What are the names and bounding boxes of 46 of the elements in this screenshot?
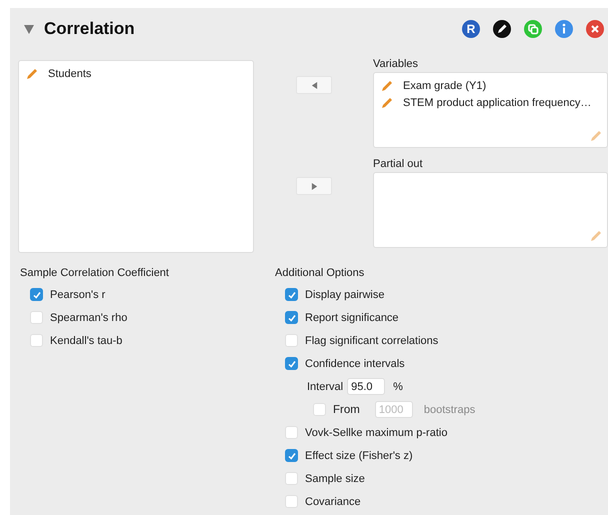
option-label: Confidence intervals bbox=[305, 358, 405, 370]
option-label: Report significance bbox=[305, 312, 399, 324]
r-syntax-button[interactable]: R bbox=[462, 20, 480, 38]
option-label: Covariance bbox=[305, 496, 361, 508]
variable-name[interactable]: STEM product application frequency… bbox=[403, 96, 592, 108]
checkbox[interactable] bbox=[285, 357, 298, 370]
checkbox[interactable] bbox=[285, 449, 298, 462]
checkbox[interactable] bbox=[30, 288, 43, 301]
checkmark-icon bbox=[286, 358, 296, 368]
from-label: From bbox=[333, 404, 360, 416]
section-title: Sample Correlation Coefficient bbox=[20, 267, 170, 281]
checkmark-icon bbox=[286, 450, 296, 460]
interval-label: Interval bbox=[307, 380, 344, 392]
option-label: Flag significant correlations bbox=[305, 334, 438, 346]
pencil-icon[interactable] bbox=[493, 20, 511, 38]
option-label: Sample size bbox=[305, 472, 365, 484]
variable-name[interactable]: Students bbox=[48, 68, 92, 80]
checkbox[interactable] bbox=[285, 288, 298, 301]
option-label: Vovk-Sellke maximum p-ratio bbox=[305, 426, 448, 438]
option-label: Effect size (Fisher's z) bbox=[305, 450, 413, 462]
move-right-button[interactable] bbox=[296, 177, 332, 195]
option-label: Display pairwise bbox=[305, 288, 384, 300]
available-variables-list[interactable]: Students bbox=[18, 60, 254, 253]
duplicate-icon[interactable] bbox=[524, 20, 542, 38]
panel-title: Correlation bbox=[44, 19, 135, 39]
checkmark-icon bbox=[32, 290, 42, 300]
option-label: Kendall's tau-b bbox=[50, 334, 122, 346]
variables-list[interactable]: Exam grade (Y1) STEM product application frequency… bbox=[373, 72, 608, 148]
variable-name[interactable]: Exam grade (Y1) bbox=[403, 80, 486, 92]
checkbox[interactable] bbox=[285, 311, 298, 324]
close-icon[interactable] bbox=[586, 20, 604, 38]
checkmark-icon bbox=[286, 290, 296, 300]
section-title: Additional Options bbox=[275, 267, 366, 281]
partial-out-label: Partial out bbox=[373, 158, 424, 172]
left-arrow-icon bbox=[310, 82, 318, 88]
unit-label: % bbox=[393, 380, 403, 392]
unit-label: bootstraps bbox=[424, 404, 476, 416]
interval-field[interactable]: 95.0 bbox=[347, 378, 386, 395]
option-label: Spearman's rho bbox=[50, 312, 128, 324]
variables-label: Variables bbox=[373, 58, 420, 72]
checkmark-icon bbox=[286, 312, 296, 322]
move-left-button[interactable] bbox=[296, 76, 332, 94]
info-icon[interactable] bbox=[555, 20, 573, 38]
right-arrow-icon bbox=[310, 182, 318, 190]
option-label: Pearson's r bbox=[50, 288, 106, 300]
collapse-toggle[interactable] bbox=[24, 24, 34, 34]
